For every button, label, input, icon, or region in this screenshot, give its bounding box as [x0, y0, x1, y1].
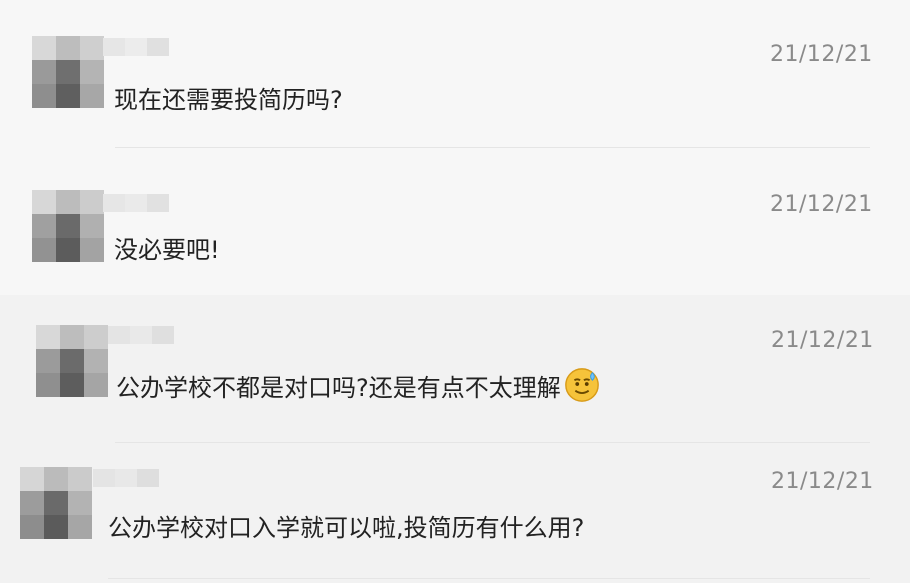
comment-time: 21/12/21 — [770, 42, 873, 67]
comment-time: 21/12/21 — [770, 192, 873, 217]
divider — [115, 442, 870, 443]
avatar[interactable] — [20, 467, 92, 539]
comment-text: 没必要吧! — [114, 236, 220, 264]
username-blur — [103, 38, 169, 56]
divider — [115, 147, 870, 148]
avatar[interactable] — [32, 36, 104, 108]
comment-time: 21/12/21 — [771, 328, 874, 353]
comment-time: 21/12/21 — [771, 469, 874, 494]
comment-text: 公办学校不都是对口吗?还是有点不太理解 — [116, 373, 561, 402]
sweat-smile-emoji — [564, 368, 599, 402]
avatar[interactable] — [36, 325, 108, 397]
avatar[interactable] — [32, 190, 104, 262]
username-blur — [93, 469, 159, 487]
username-blur — [103, 194, 169, 212]
username-blur — [108, 326, 174, 344]
comment-text-row: 公办学校不都是对口吗?还是有点不太理解 — [116, 366, 601, 404]
divider — [108, 578, 870, 579]
comment-list: 21/12/21 现在还需要投简历吗? 21/12/21 没必要吧! 21/12… — [0, 0, 910, 583]
comment-text: 现在还需要投简历吗? — [114, 86, 343, 114]
comment-text: 公办学校对口入学就可以啦,投简历有什么用? — [108, 514, 585, 542]
